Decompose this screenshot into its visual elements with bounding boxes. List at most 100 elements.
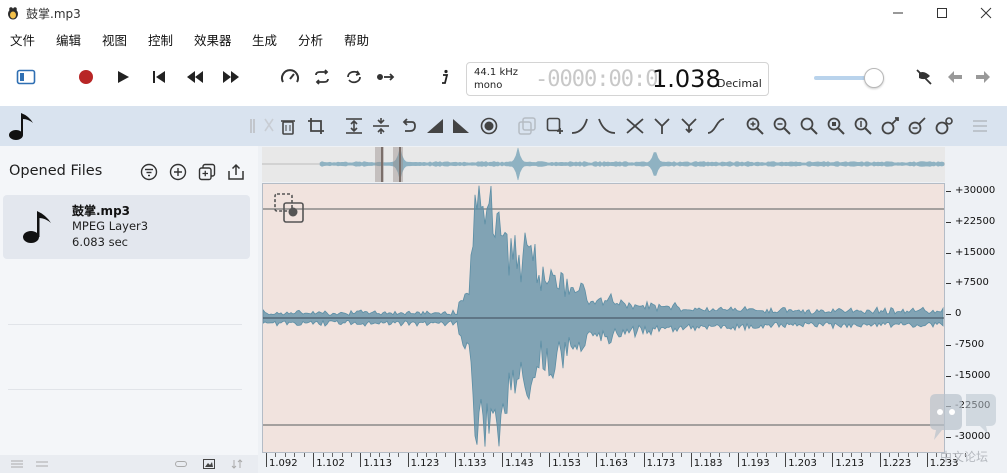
zoom-out-tool[interactable]	[771, 115, 793, 137]
play-button[interactable]	[112, 66, 134, 88]
time-tick-label: 1.163	[599, 458, 629, 469]
info-button[interactable]	[434, 66, 456, 88]
silence-tool[interactable]	[478, 115, 500, 137]
zoom-reset-tool[interactable]	[933, 115, 955, 137]
add-file-button[interactable]	[168, 162, 188, 182]
maximize-button[interactable]	[922, 0, 962, 26]
zoom-fit-tool[interactable]	[798, 115, 820, 137]
time-format-label[interactable]: Decimal	[717, 77, 762, 90]
plus-circle-icon	[169, 163, 187, 181]
repeat-button[interactable]	[343, 66, 365, 88]
time-ruler[interactable]: 1.092 1.102 1.113 1.123 1.133 1.143 1.153 1.163…	[262, 453, 966, 473]
merge-down-tool[interactable]	[678, 115, 700, 137]
file-list-item[interactable]: 鼓掌.mp3 MPEG Layer3 6.083 sec	[3, 195, 250, 259]
zoom-selection-tool[interactable]	[825, 115, 847, 137]
zoom-in-tool[interactable]	[744, 115, 766, 137]
time-minor-tick	[605, 453, 607, 457]
amplitude-tick-label: +7500	[955, 277, 989, 289]
time-minor-tick	[341, 453, 343, 457]
amplitude-tick-mark	[946, 314, 951, 315]
menu-bar: 文件 编辑 视图 控制 效果器 生成 分析 帮助	[0, 28, 1007, 50]
play-icon	[118, 71, 129, 83]
fast-forward-button[interactable]	[220, 66, 242, 88]
menu-control[interactable]: 控制	[148, 30, 173, 49]
time-tick-mark	[313, 453, 315, 467]
crossfade-icon	[626, 118, 644, 134]
link-icon[interactable]	[174, 457, 188, 471]
close-button[interactable]	[966, 0, 1006, 26]
time-minor-tick	[350, 453, 352, 457]
menu-analyze[interactable]: 分析	[298, 30, 323, 49]
time-tick-mark	[643, 453, 645, 467]
compress-tool[interactable]	[370, 115, 392, 137]
sample-rate-label: 44.1 kHz	[474, 67, 519, 78]
reverse-tool[interactable]	[397, 115, 419, 137]
rewind-button[interactable]	[184, 66, 206, 88]
back-button[interactable]	[944, 66, 966, 88]
time-minor-tick	[804, 453, 806, 457]
linear-fade-tool[interactable]	[705, 115, 727, 137]
curve-up-tool[interactable]	[569, 115, 591, 137]
zoom-vertical-add-tool[interactable]	[879, 115, 901, 137]
duplicate-file-button[interactable]	[197, 162, 217, 182]
paste-tool[interactable]	[544, 115, 566, 137]
fade-out-tool[interactable]	[450, 115, 472, 137]
loop-button[interactable]	[311, 66, 333, 88]
selection-tool-icon[interactable]	[273, 192, 305, 224]
mute-button[interactable]	[913, 66, 935, 88]
crop-tool[interactable]	[305, 115, 327, 137]
menu-help[interactable]: 帮助	[344, 30, 369, 49]
menu-view[interactable]: 视图	[102, 30, 127, 49]
time-minor-tick	[709, 453, 711, 457]
forward-button[interactable]	[972, 66, 994, 88]
crossfade-tool[interactable]	[624, 115, 646, 137]
copy-tool[interactable]	[516, 115, 538, 137]
time-minor-tick	[747, 453, 749, 457]
amplitude-tick-mark	[946, 375, 951, 377]
skip-to-start-button[interactable]	[148, 66, 170, 88]
zoom-vertical-remove-tool[interactable]	[906, 115, 928, 137]
menu-generate[interactable]: 生成	[252, 30, 277, 49]
fade-out-icon	[453, 119, 469, 133]
curve-down-tool[interactable]	[596, 115, 618, 137]
compact-view-icon[interactable]	[35, 457, 49, 471]
speed-button[interactable]	[279, 66, 301, 88]
minimize-button[interactable]	[878, 0, 918, 26]
share-icon	[228, 163, 244, 180]
follow-playhead-button[interactable]	[375, 66, 397, 88]
list-view-icon[interactable]	[10, 457, 24, 471]
normalize-tool[interactable]	[343, 115, 365, 137]
sidebar-toggle-button[interactable]	[15, 66, 37, 88]
time-tick-label: 1.173	[646, 458, 676, 469]
menu-edit[interactable]: 编辑	[56, 30, 81, 49]
zoom-in-icon	[746, 117, 764, 135]
time-tick-label: 1.102	[316, 458, 345, 469]
amplitude-tick-mark	[946, 344, 951, 346]
amplitude-tick-label: +15000	[955, 246, 996, 258]
record-button[interactable]	[75, 66, 97, 88]
window-title: 鼓掌.mp3	[26, 7, 81, 21]
menu-file[interactable]: 文件	[10, 30, 35, 49]
fade-in-tool[interactable]	[424, 115, 446, 137]
image-icon[interactable]	[202, 457, 216, 471]
filter-button[interactable]	[139, 162, 159, 182]
merge-tool[interactable]	[651, 115, 673, 137]
export-button[interactable]	[226, 162, 246, 182]
track-options-tool[interactable]	[969, 115, 991, 137]
waveform-overview[interactable]	[262, 147, 945, 182]
overview-view-window[interactable]	[393, 147, 403, 182]
time-minor-tick	[662, 453, 664, 457]
waveform-canvas[interactable]	[262, 183, 945, 453]
time-minor-tick	[653, 453, 655, 457]
time-minor-tick	[822, 453, 824, 457]
zoom-vertical-in-tool[interactable]	[852, 115, 874, 137]
menu-effects[interactable]: 效果器	[194, 30, 232, 49]
delete-tool[interactable]	[277, 115, 299, 137]
sort-icon[interactable]	[230, 457, 244, 471]
volume-slider-thumb[interactable]	[863, 68, 884, 88]
time-minor-tick	[719, 453, 721, 457]
time-readout[interactable]: 44.1 kHz mono -0000:00:0 1.038 Decimal	[466, 62, 769, 96]
time-tick-label: 1.092	[269, 458, 298, 469]
curve-down-icon	[598, 118, 616, 134]
time-minor-tick	[445, 453, 447, 457]
